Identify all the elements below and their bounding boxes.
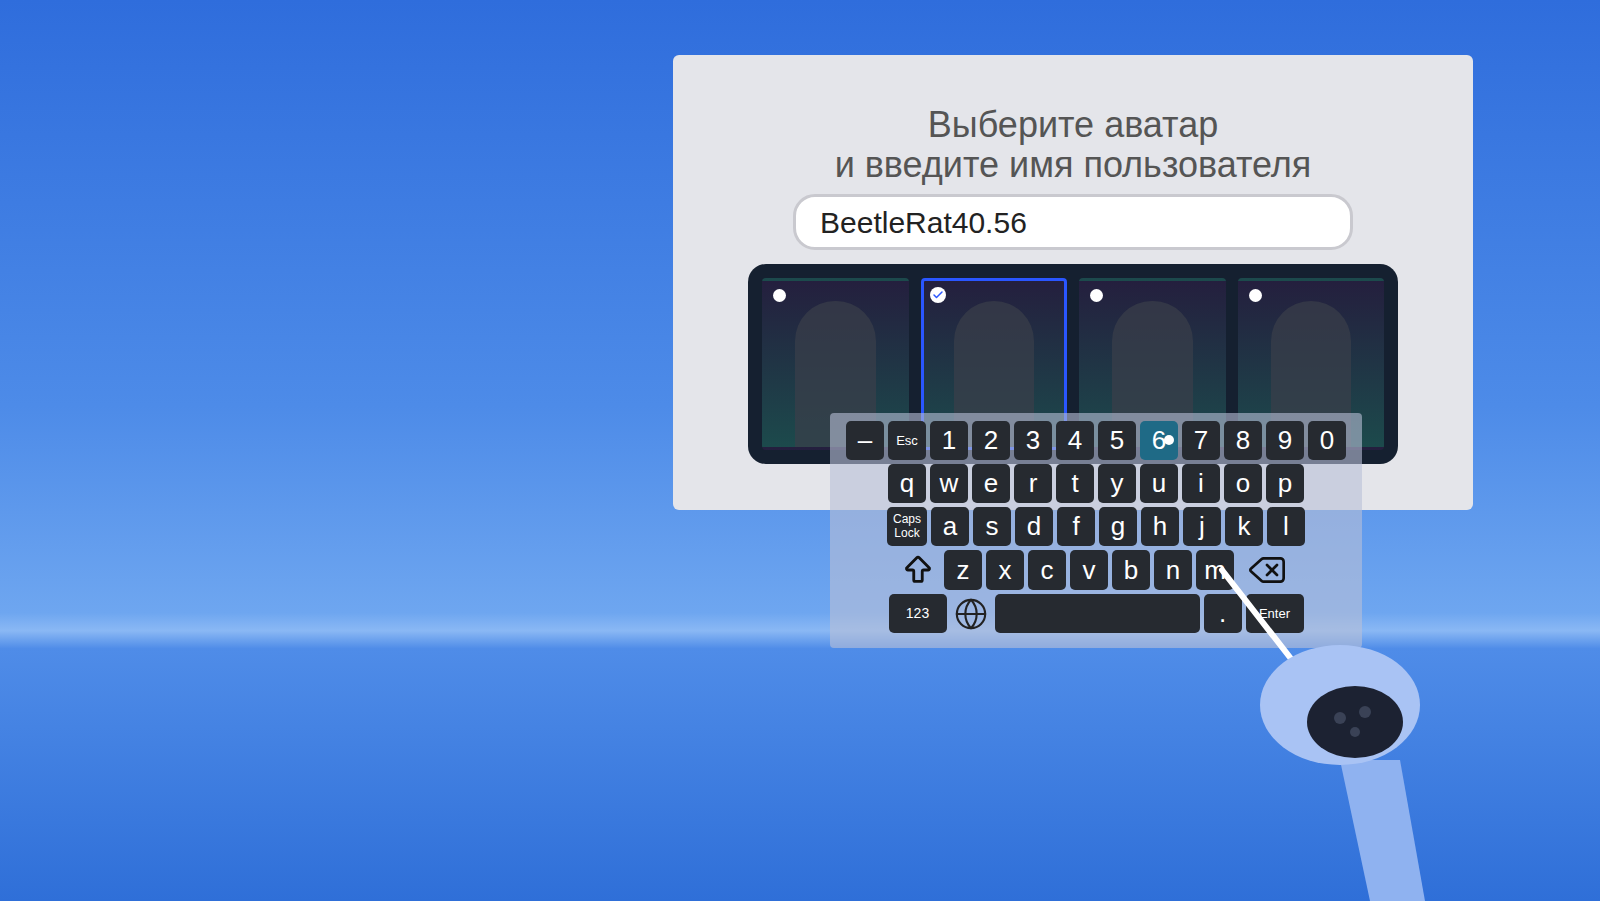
shift-key[interactable]: [896, 550, 940, 590]
shift-icon: [901, 553, 935, 587]
vr-scene: Выберите аватари введите имя пользовател…: [0, 0, 1600, 901]
keyboard-key[interactable]: l: [1267, 507, 1305, 546]
keyboard-key[interactable]: p: [1266, 464, 1304, 503]
keyboard-key[interactable]: n: [1154, 550, 1192, 590]
keyboard-key[interactable]: r: [1014, 464, 1052, 503]
keyboard-key[interactable]: 2: [972, 421, 1010, 460]
keyboard-key[interactable]: f: [1057, 507, 1095, 546]
keyboard-key[interactable]: 5: [1098, 421, 1136, 460]
keyboard-key[interactable]: 8: [1224, 421, 1262, 460]
virtual-keyboard: –Esc1234567890qwertyuiopCaps Lockasdfghj…: [830, 413, 1362, 648]
check-icon: [932, 289, 944, 301]
language-key[interactable]: [951, 594, 991, 633]
keyboard-key[interactable]: 6: [1140, 421, 1178, 460]
keyboard-key[interactable]: 4: [1056, 421, 1094, 460]
keyboard-key[interactable]: 7: [1182, 421, 1220, 460]
keyboard-key[interactable]: x: [986, 550, 1024, 590]
keyboard-key[interactable]: j: [1183, 507, 1221, 546]
keyboard-key[interactable]: –: [846, 421, 884, 460]
panel-title: Выберите аватари введите имя пользовател…: [835, 105, 1312, 184]
username-field[interactable]: BeetleRat40.56: [793, 194, 1353, 250]
pointer-dot: [1164, 435, 1174, 445]
keyboard-row: 123.Enter: [840, 594, 1352, 633]
keyboard-key[interactable]: t: [1056, 464, 1094, 503]
keyboard-key[interactable]: w: [930, 464, 968, 503]
keyboard-row: –Esc1234567890: [840, 421, 1352, 460]
keyboard-key[interactable]: y: [1098, 464, 1136, 503]
keyboard-key[interactable]: v: [1070, 550, 1108, 590]
keyboard-key[interactable]: o: [1224, 464, 1262, 503]
keyboard-key[interactable]: 9: [1266, 421, 1304, 460]
keyboard-key[interactable]: Enter: [1246, 594, 1304, 633]
keyboard-row: qwertyuiop: [840, 464, 1352, 503]
globe-icon: [954, 597, 988, 631]
radio-dot: [1249, 289, 1262, 302]
radio-dot: [773, 289, 786, 302]
keyboard-key[interactable]: e: [972, 464, 1010, 503]
keyboard-key[interactable]: a: [931, 507, 969, 546]
keyboard-key[interactable]: c: [1028, 550, 1066, 590]
keyboard-key[interactable]: d: [1015, 507, 1053, 546]
keyboard-key[interactable]: q: [888, 464, 926, 503]
keyboard-key[interactable]: 0: [1308, 421, 1346, 460]
keyboard-key[interactable]: s: [973, 507, 1011, 546]
keyboard-row: Caps Lockasdfghjkl: [840, 507, 1352, 546]
keyboard-key[interactable]: b: [1112, 550, 1150, 590]
keyboard-key[interactable]: i: [1182, 464, 1220, 503]
controller-icon: [0, 0, 1600, 901]
keyboard-key[interactable]: Caps Lock: [887, 507, 927, 546]
keyboard-key[interactable]: 1: [930, 421, 968, 460]
keyboard-key[interactable]: g: [1099, 507, 1137, 546]
keyboard-key[interactable]: 123: [889, 594, 947, 633]
keyboard-key[interactable]: z: [944, 550, 982, 590]
selected-check: [930, 287, 946, 303]
keyboard-key[interactable]: Esc: [888, 421, 926, 460]
keyboard-key[interactable]: .: [1204, 594, 1242, 633]
keyboard-key[interactable]: k: [1225, 507, 1263, 546]
keyboard-key[interactable]: h: [1141, 507, 1179, 546]
backspace-icon: [1247, 550, 1287, 590]
keyboard-row: zxcvbnm: [840, 550, 1352, 590]
keyboard-key[interactable]: u: [1140, 464, 1178, 503]
keyboard-key[interactable]: 3: [1014, 421, 1052, 460]
space-key[interactable]: [995, 594, 1200, 633]
keyboard-key[interactable]: m: [1196, 550, 1234, 590]
backspace-key[interactable]: [1238, 550, 1296, 590]
radio-dot: [1090, 289, 1103, 302]
